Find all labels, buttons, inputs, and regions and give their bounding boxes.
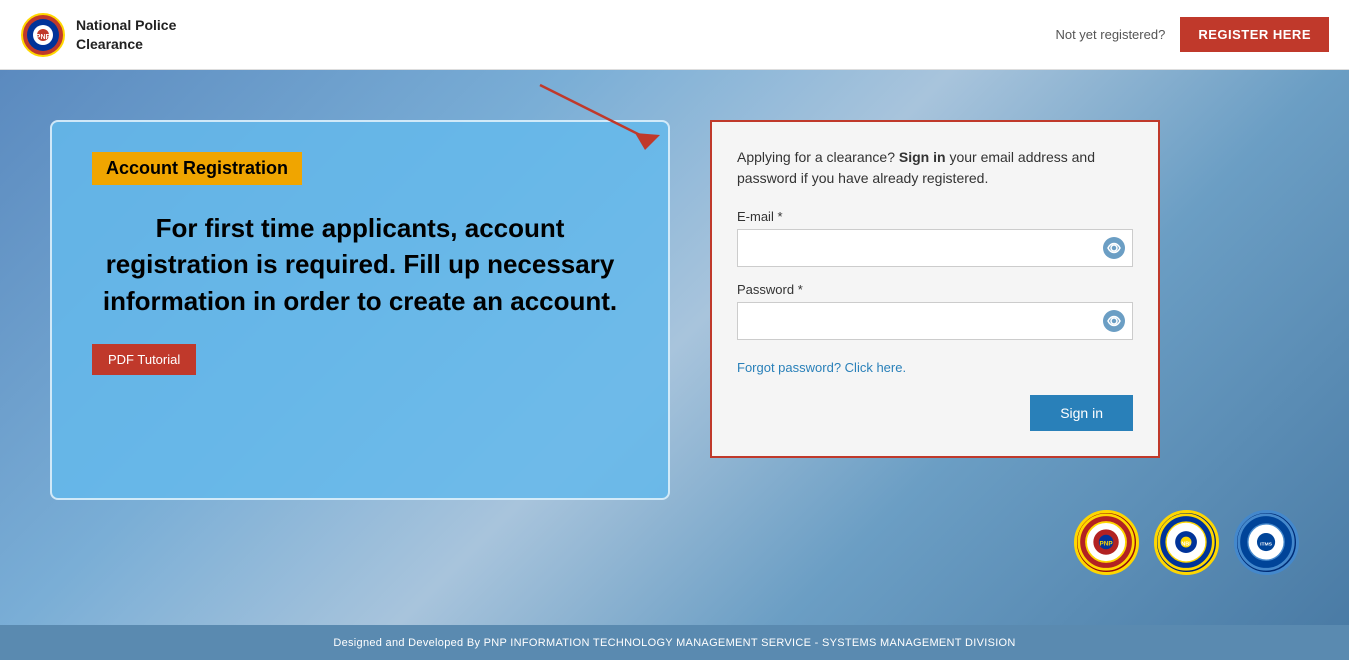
nbi-org-logo: NBI bbox=[1154, 510, 1219, 575]
email-input[interactable] bbox=[737, 229, 1133, 267]
register-here-button[interactable]: REGISTER HERE bbox=[1180, 17, 1329, 52]
left-panel-text: For first time applicants, account regis… bbox=[92, 210, 628, 319]
pnp-org-logo: PNP bbox=[1074, 510, 1139, 575]
pdf-tutorial-button[interactable]: PDF Tutorial bbox=[92, 344, 196, 375]
sign-in-prompt: Applying for a clearance? Sign in your e… bbox=[737, 147, 1133, 189]
password-input-wrapper bbox=[737, 302, 1133, 340]
password-label: Password * bbox=[737, 282, 1133, 297]
header: PNP National Police Clearance Not yet re… bbox=[0, 0, 1349, 70]
svg-text:ITMS: ITMS bbox=[1260, 542, 1273, 548]
email-label: E-mail * bbox=[737, 209, 1133, 224]
password-eye-icon[interactable] bbox=[1103, 310, 1125, 332]
email-form-group: E-mail * bbox=[737, 209, 1133, 267]
sign-in-button[interactable]: Sign in bbox=[1030, 395, 1133, 431]
forgot-password-link[interactable]: Forgot password? Click here. bbox=[737, 360, 1133, 375]
left-panel: Account Registration For first time appl… bbox=[50, 120, 670, 500]
account-registration-badge: Account Registration bbox=[92, 152, 302, 185]
footer-text: Designed and Developed By PNP INFORMATIO… bbox=[333, 637, 1015, 649]
header-right: Not yet registered? REGISTER HERE bbox=[1055, 17, 1329, 52]
bottom-logos: PNP NBI ITMS bbox=[1074, 510, 1299, 575]
not-registered-label: Not yet registered? bbox=[1055, 27, 1165, 42]
email-input-wrapper bbox=[737, 229, 1133, 267]
svg-text:PNP: PNP bbox=[1100, 541, 1114, 548]
email-eye-icon[interactable] bbox=[1103, 237, 1125, 259]
pnp-shield-icon: PNP bbox=[20, 12, 66, 58]
sign-in-btn-row: Sign in bbox=[737, 395, 1133, 431]
footer: Designed and Developed By PNP INFORMATIO… bbox=[0, 625, 1349, 660]
arrow-annotation bbox=[420, 75, 700, 155]
password-form-group: Password * bbox=[737, 282, 1133, 340]
itms-org-logo: ITMS bbox=[1234, 510, 1299, 575]
login-panel: Applying for a clearance? Sign in your e… bbox=[710, 120, 1160, 458]
svg-text:PNP: PNP bbox=[36, 34, 51, 41]
logo-text: National Police Clearance bbox=[76, 16, 176, 52]
main-background: Account Registration For first time appl… bbox=[0, 70, 1349, 625]
logo-area: PNP National Police Clearance bbox=[20, 12, 176, 58]
password-input[interactable] bbox=[737, 302, 1133, 340]
svg-text:NBI: NBI bbox=[1181, 542, 1191, 548]
